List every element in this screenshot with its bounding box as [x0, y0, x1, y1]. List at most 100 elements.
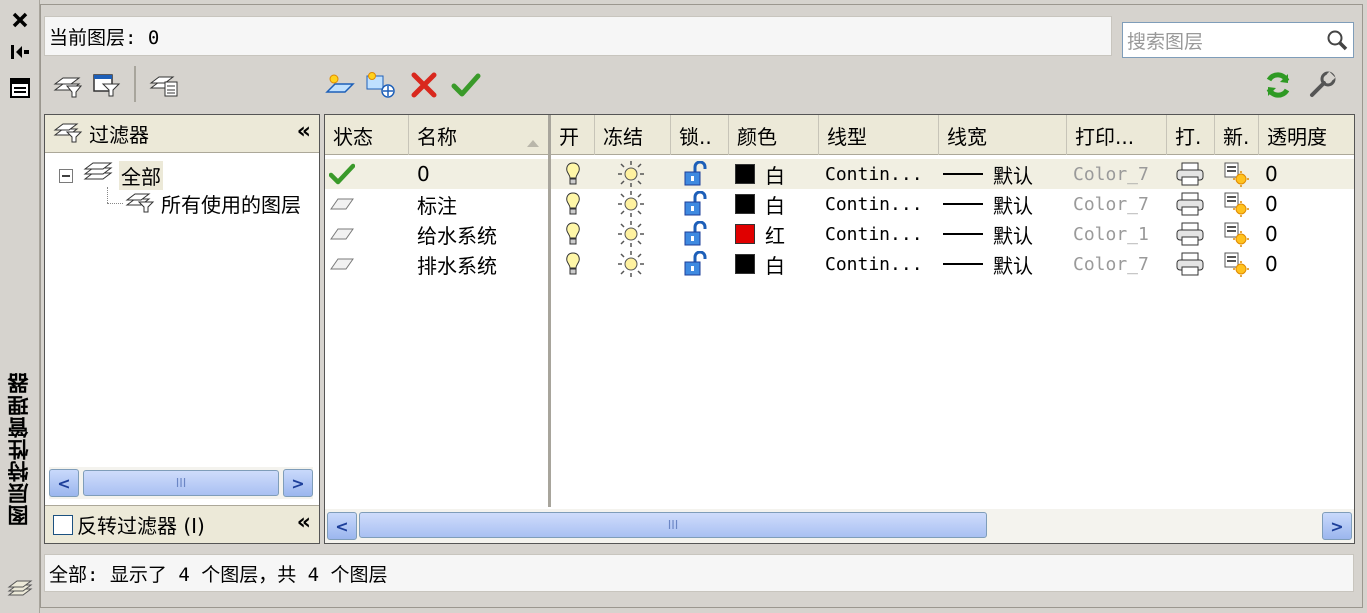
- scroll-left-icon[interactable]: <: [49, 469, 79, 497]
- unlock-icon[interactable]: [683, 159, 723, 189]
- layer-linetype[interactable]: Contin...: [825, 219, 939, 249]
- sun-thaw-icon[interactable]: [617, 159, 657, 189]
- layer-stack-icon: [6, 578, 34, 602]
- new-layer-frozen-button[interactable]: [362, 68, 398, 102]
- grid-scrollbar[interactable]: < III >: [325, 509, 1354, 543]
- light-bulb-icon[interactable]: [565, 249, 595, 279]
- layer-name[interactable]: 标注: [417, 189, 547, 219]
- layer-transparency[interactable]: 0: [1265, 189, 1345, 219]
- light-bulb-icon[interactable]: [565, 219, 595, 249]
- layer-icon[interactable]: [329, 219, 409, 249]
- current-check-icon[interactable]: [329, 159, 409, 189]
- tree-collapse-icon[interactable]: [59, 164, 73, 188]
- layer-states-manager-button[interactable]: [146, 68, 182, 102]
- column-linetype[interactable]: 线型: [819, 115, 939, 155]
- current-layer-display: 当前图层: 0: [44, 16, 1112, 56]
- layer-lineweight[interactable]: 默认: [943, 249, 1067, 279]
- set-current-button[interactable]: [448, 68, 484, 102]
- printer-icon[interactable]: [1175, 249, 1211, 279]
- layer-linetype[interactable]: Contin...: [825, 249, 939, 279]
- checkbox-box[interactable]: [53, 514, 73, 535]
- new-layer-button[interactable]: [322, 68, 358, 102]
- layer-transparency[interactable]: 0: [1265, 159, 1345, 189]
- layer-color[interactable]: 红: [735, 219, 819, 249]
- layer-color[interactable]: 白: [735, 159, 819, 189]
- search-input[interactable]: 搜索图层: [1122, 22, 1354, 58]
- column-name[interactable]: 名称: [409, 115, 549, 155]
- auto-hide-icon[interactable]: [6, 40, 34, 64]
- properties-icon[interactable]: [6, 76, 34, 100]
- color-swatch: [735, 164, 755, 184]
- scroll-thumb[interactable]: III: [83, 470, 279, 496]
- layer-row[interactable]: 排水系统 白 Contin... 默认 Color_7 0: [325, 249, 1354, 279]
- new-vp-freeze-icon[interactable]: [1223, 219, 1255, 249]
- new-property-filter-button[interactable]: [50, 68, 86, 102]
- layer-linetype[interactable]: Contin...: [825, 189, 939, 219]
- layer-linetype[interactable]: Contin...: [825, 159, 939, 189]
- delete-layer-button[interactable]: [406, 68, 442, 102]
- invert-filter-checkbox[interactable]: 反转过滤器 (I) «: [45, 505, 319, 543]
- layer-color[interactable]: 白: [735, 189, 819, 219]
- new-group-filter-button[interactable]: [88, 68, 124, 102]
- layer-lineweight[interactable]: 默认: [943, 189, 1067, 219]
- grid-splitter[interactable]: [548, 115, 551, 507]
- column-plot-style[interactable]: 打印...: [1067, 115, 1167, 155]
- column-on[interactable]: 开: [551, 115, 595, 155]
- layer-lineweight[interactable]: 默认: [943, 219, 1067, 249]
- layer-filter-icon: [125, 189, 155, 218]
- printer-icon[interactable]: [1175, 219, 1211, 249]
- layer-row[interactable]: 给水系统 红 Contin... 默认 Color_1 0: [325, 219, 1354, 249]
- scroll-left-icon[interactable]: <: [327, 512, 357, 540]
- layer-row[interactable]: 0 白 Contin... 默认 Color_7 0: [325, 159, 1354, 189]
- collapse-filters-icon[interactable]: «: [297, 119, 311, 144]
- unlock-icon[interactable]: [683, 189, 723, 219]
- filter-tree-scrollbar[interactable]: < III >: [49, 467, 313, 499]
- column-transparency[interactable]: 透明度: [1259, 115, 1354, 155]
- column-new-vp-freeze[interactable]: 新.: [1215, 115, 1259, 155]
- layer-row[interactable]: 标注 白 Contin... 默认 Color_7 0: [325, 189, 1354, 219]
- sun-thaw-icon[interactable]: [617, 249, 657, 279]
- layer-transparency[interactable]: 0: [1265, 249, 1345, 279]
- layer-name[interactable]: 0: [417, 159, 547, 189]
- column-status[interactable]: 状态: [325, 115, 409, 155]
- layer-list-grid: 状态 名称 开 冻结 锁.. 颜色 线型 线宽 打印... 打. 新. 透明度 …: [324, 114, 1355, 544]
- tree-node-all[interactable]: 全部: [59, 161, 163, 190]
- unlock-icon[interactable]: [683, 219, 723, 249]
- tree-node-used-layers[interactable]: 所有使用的图层: [125, 189, 301, 218]
- layer-color[interactable]: 白: [735, 249, 819, 279]
- search-icon[interactable]: [1325, 28, 1349, 57]
- close-icon[interactable]: [6, 8, 34, 32]
- light-bulb-icon[interactable]: [565, 159, 595, 189]
- invert-filter-label: 反转过滤器 (I): [77, 514, 205, 538]
- scroll-thumb[interactable]: III: [359, 512, 987, 538]
- palette-title: 图层特性管理器: [7, 372, 31, 526]
- scroll-right-icon[interactable]: >: [283, 469, 313, 497]
- column-color[interactable]: 颜色: [729, 115, 819, 155]
- light-bulb-icon[interactable]: [565, 189, 595, 219]
- layer-transparency[interactable]: 0: [1265, 219, 1345, 249]
- color-swatch: [735, 224, 755, 244]
- printer-icon[interactable]: [1175, 159, 1211, 189]
- layer-lineweight[interactable]: 默认: [943, 159, 1067, 189]
- sun-thaw-icon[interactable]: [617, 189, 657, 219]
- column-plot[interactable]: 打.: [1167, 115, 1215, 155]
- unlock-icon[interactable]: [683, 249, 723, 279]
- settings-wrench-icon[interactable]: [1304, 68, 1340, 102]
- layer-name[interactable]: 排水系统: [417, 249, 547, 279]
- collapse-filters-icon[interactable]: «: [297, 510, 311, 535]
- printer-icon[interactable]: [1175, 189, 1211, 219]
- sun-thaw-icon[interactable]: [617, 219, 657, 249]
- scroll-right-icon[interactable]: >: [1322, 512, 1352, 540]
- layer-icon[interactable]: [329, 189, 409, 219]
- layer-icon[interactable]: [329, 249, 409, 279]
- new-vp-freeze-icon[interactable]: [1223, 159, 1255, 189]
- column-freeze[interactable]: 冻结: [595, 115, 671, 155]
- refresh-icon[interactable]: [1260, 68, 1296, 102]
- column-name-label: 名称: [417, 124, 457, 149]
- layer-name[interactable]: 给水系统: [417, 219, 547, 249]
- column-lock[interactable]: 锁..: [671, 115, 729, 155]
- new-vp-freeze-icon[interactable]: [1223, 189, 1255, 219]
- column-lineweight[interactable]: 线宽: [939, 115, 1067, 155]
- color-name: 红: [765, 223, 785, 248]
- new-vp-freeze-icon[interactable]: [1223, 249, 1255, 279]
